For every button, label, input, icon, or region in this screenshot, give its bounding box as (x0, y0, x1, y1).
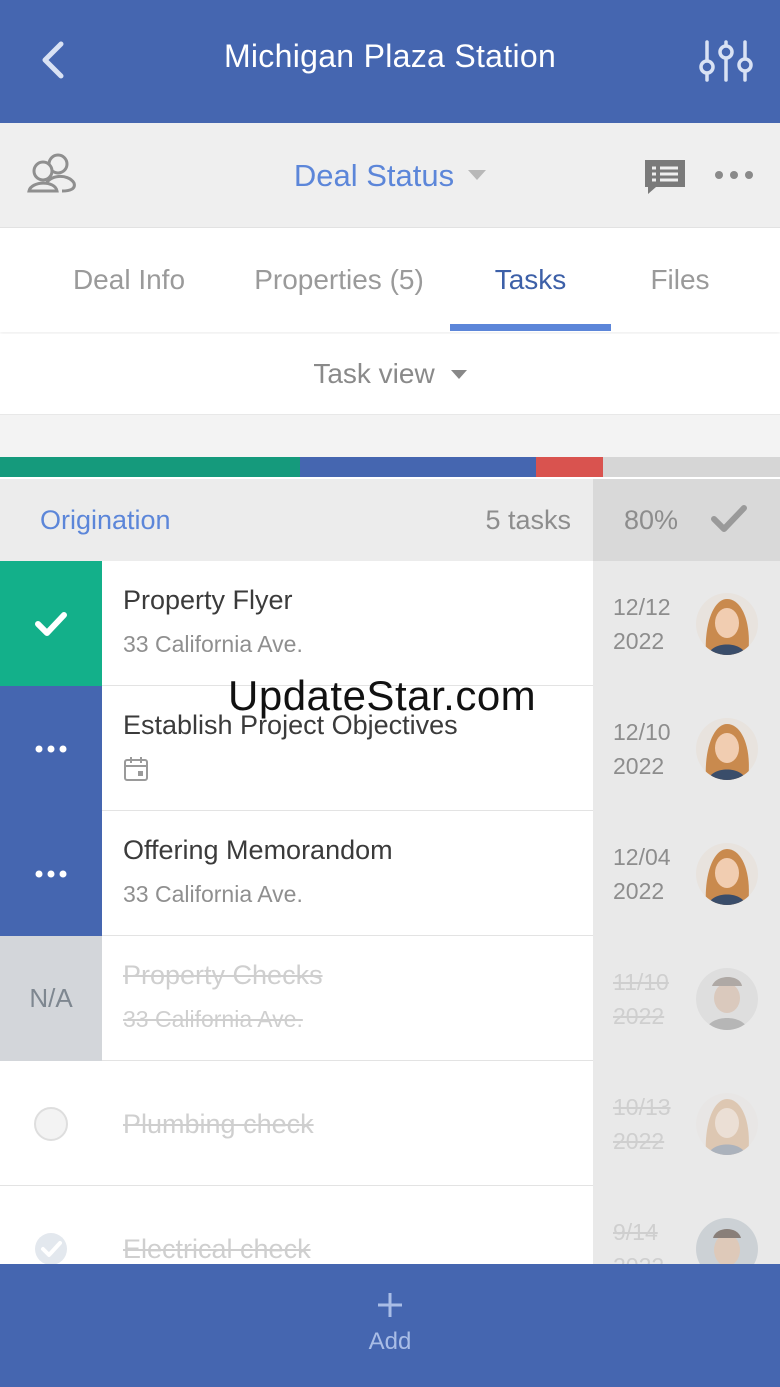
task-date: 10/13 2022 (613, 1094, 671, 1154)
caret-down-icon (450, 369, 467, 379)
add-button[interactable]: Add (320, 1290, 460, 1375)
task-date: 12/10 2022 (613, 719, 671, 779)
percent-cell (593, 479, 780, 561)
more-horizontal-icon (35, 745, 67, 752)
task-title: Property Checks (123, 960, 323, 990)
progress-segment-0 (0, 457, 301, 477)
avatar[interactable] (696, 968, 758, 1030)
more-button[interactable] (712, 163, 756, 187)
back-button[interactable] (30, 36, 76, 84)
more-horizontal-icon (715, 171, 753, 179)
people-button[interactable] (26, 151, 78, 197)
plus-icon (378, 1293, 402, 1317)
chevron-left-icon (42, 41, 64, 79)
deal-status-label: Deal Status (293, 158, 455, 193)
filter-button[interactable] (697, 38, 755, 84)
task-title: Plumbing check (123, 1109, 314, 1139)
avatar[interactable] (696, 843, 758, 905)
task-address: 33 California Ave. (123, 1006, 303, 1032)
tab-properties[interactable]: Properties (5) (232, 228, 446, 332)
tab-deal-info[interactable]: Deal Info (40, 228, 218, 332)
tab-files[interactable]: Files (615, 228, 745, 332)
task-title: Property Flyer (123, 585, 293, 615)
status-in-progress[interactable] (0, 686, 102, 811)
active-tab-indicator (450, 324, 611, 331)
section-name: Origination (40, 505, 171, 535)
deal-status-bar: Deal Status (0, 123, 780, 228)
progress-segment-1 (300, 457, 536, 477)
task-view-label: Task view (313, 358, 435, 389)
chat-icon (645, 160, 685, 194)
avatar[interactable] (696, 1093, 758, 1155)
task-row[interactable]: N/A Property Checks 33 California Ave. (0, 936, 593, 1061)
sliders-icon (699, 40, 753, 82)
progress-bar (0, 457, 780, 477)
check-circle-icon (35, 1232, 67, 1265)
check-icon (35, 611, 67, 636)
progress-segment-2 (535, 457, 603, 477)
status-in-progress[interactable] (0, 811, 102, 936)
task-row[interactable]: Property Flyer 33 California Ave. (0, 561, 593, 686)
status-done[interactable] (0, 561, 102, 686)
avatar[interactable] (696, 718, 758, 780)
progress-segment-3 (602, 457, 780, 477)
tab-tasks[interactable]: Tasks (450, 228, 611, 332)
date-column (593, 561, 780, 1264)
tab-bar: Deal Info Properties (5) Tasks Files (0, 228, 780, 332)
task-row[interactable]: Offering Memorandom 33 California Ave. (0, 811, 593, 936)
spacer (0, 415, 780, 457)
add-label: Add (368, 1328, 412, 1355)
caret-down-icon (468, 169, 487, 180)
task-count: 5 tasks (485, 505, 571, 535)
chat-button[interactable] (642, 157, 688, 197)
page-title: Michigan Plaza Station (223, 38, 557, 74)
empty-circle-icon (34, 1106, 68, 1141)
status-na[interactable]: N/A (0, 936, 102, 1061)
status-pending[interactable] (0, 1061, 102, 1186)
people-icon (27, 153, 76, 193)
more-horizontal-icon (35, 870, 67, 877)
watermark: UpdateStar.com (228, 672, 537, 719)
task-title: Offering Memorandom (123, 835, 393, 865)
task-row[interactable]: Plumbing check (0, 1061, 593, 1186)
deal-status-dropdown[interactable]: Deal Status (250, 158, 530, 194)
percent-complete: 80% (624, 505, 679, 535)
calendar-icon (124, 757, 148, 781)
task-address: 33 California Ave. (123, 881, 303, 907)
task-address: 33 California Ave. (123, 631, 303, 657)
task-title: Electrical check (123, 1234, 311, 1264)
task-date: 12/04 2022 (613, 844, 671, 904)
section-header[interactable]: Origination 5 tasks 80% (0, 479, 780, 561)
app-bar: Michigan Plaza Station (0, 0, 780, 123)
check-icon (711, 505, 747, 532)
avatar[interactable] (696, 593, 758, 655)
task-date: 11/10 2022 (613, 969, 669, 1029)
task-view-dropdown[interactable]: Task view (0, 334, 780, 415)
task-date: 12/12 2022 (613, 594, 671, 654)
